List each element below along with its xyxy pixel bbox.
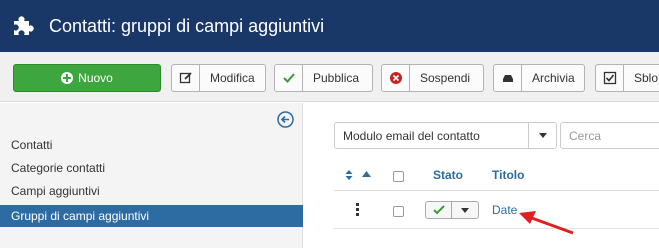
edit-button[interactable]: Modifica [171,64,266,92]
sidebar-item-field-groups[interactable]: Gruppi di campi aggiuntivi [0,205,303,227]
page-title: Contatti: gruppi di campi aggiuntivi [49,16,325,36]
row-title-link[interactable]: Date [492,203,517,217]
status-toggle[interactable] [425,201,479,219]
column-status[interactable]: Stato [433,168,463,182]
archive-button-label: Archivia [532,71,575,85]
edit-icon [172,65,200,91]
sidebar: Contatti Categorie contatti Campi aggiun… [0,103,303,248]
select-all-checkbox[interactable] [393,171,404,182]
puzzle-icon [14,16,34,35]
sidebar-item-fields[interactable]: Campi aggiuntivi [0,180,303,202]
status-dropdown-icon[interactable] [452,202,478,218]
unlock-button-label: Sblo [634,71,659,85]
check-icon [275,65,303,91]
publish-button[interactable]: Pubblica [274,64,373,92]
toolbar: Nuovo Modifica Pubblica Sospendi Archivi… [0,52,659,102]
chevron-down-icon[interactable] [528,123,556,148]
checkbox-icon [596,65,624,91]
unpublish-button-label: Sospendi [420,71,471,85]
main-content: Modulo email del contatto Cerca Stato Ti… [304,103,659,248]
context-select-value: Modulo email del contatto [343,129,480,143]
table-header: Stato Titolo [334,161,659,191]
plus-circle-icon [61,72,74,84]
cancel-circle-icon [382,65,410,91]
sidebar-item-categories[interactable]: Categorie contatti [0,157,303,179]
archive-button[interactable]: Archivia [493,64,585,92]
collapse-sidebar-icon[interactable] [277,111,294,128]
drag-handle-icon[interactable] [356,203,359,216]
search-placeholder: Cerca [569,129,602,143]
column-title[interactable]: Titolo [492,168,524,182]
search-input[interactable]: Cerca [560,122,659,149]
row-checkbox[interactable] [393,206,404,217]
new-button-label: Nuovo [78,71,113,85]
new-button[interactable]: Nuovo [13,64,161,92]
published-check-icon[interactable] [426,202,452,218]
sidebar-item-contacts[interactable]: Contatti [0,134,303,156]
publish-button-label: Pubblica [313,71,360,85]
unpublish-button[interactable]: Sospendi [381,64,484,92]
sort-icon[interactable] [344,169,354,181]
archive-icon [494,65,522,91]
context-select[interactable]: Modulo email del contatto [334,122,557,149]
annotation-arrow-icon [519,211,574,235]
table-row: Date [334,193,659,229]
page-header: Contatti: gruppi di campi aggiuntivi [0,0,659,52]
sort-asc-icon[interactable] [362,171,371,177]
unlock-button[interactable]: Sblo [595,64,659,92]
edit-button-label: Modifica [210,71,255,85]
